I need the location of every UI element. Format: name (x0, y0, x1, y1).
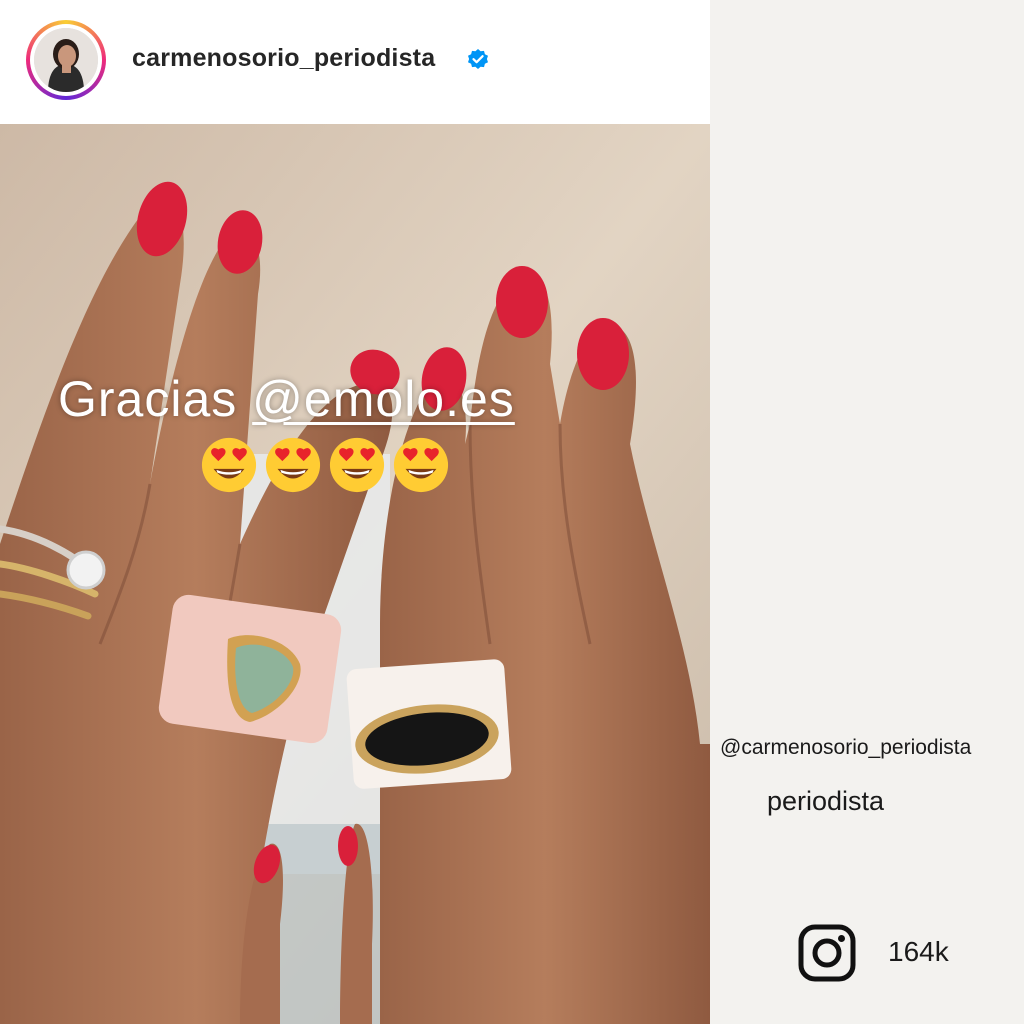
story-ring[interactable] (26, 20, 106, 100)
instagram-post: carmenosorio_periodista Gracias @emolo.e… (0, 0, 710, 1024)
hands-with-rings-photo (0, 124, 710, 1024)
username[interactable]: carmenosorio_periodista (132, 44, 435, 73)
emoji-row (200, 436, 450, 494)
heart-eyes-emoji-icon (265, 437, 321, 493)
profile-handle: @carmenosorio_periodista (720, 736, 972, 759)
instagram-icon (798, 924, 856, 982)
profile-role: periodista (767, 786, 885, 816)
avatar[interactable] (34, 28, 98, 92)
caption-mention[interactable]: @emolo.es (252, 371, 515, 427)
follower-count: 164k (888, 936, 949, 967)
heart-eyes-emoji-icon (329, 437, 385, 493)
heart-eyes-emoji-icon (201, 437, 257, 493)
caption-text: Gracias (58, 371, 253, 427)
story-caption: Gracias @emolo.es (58, 370, 515, 428)
verified-badge-icon (468, 49, 488, 69)
post-photo[interactable]: Gracias @emolo.es (0, 124, 710, 1024)
heart-eyes-emoji-icon (393, 437, 449, 493)
post-header: carmenosorio_periodista (0, 0, 710, 124)
